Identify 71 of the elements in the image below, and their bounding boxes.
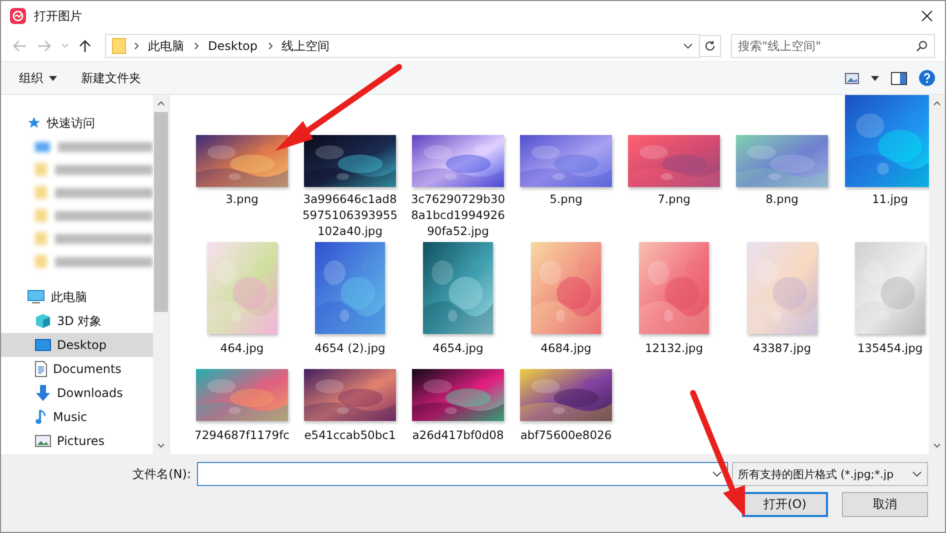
- sidebar-item[interactable]: Desktop: [1, 333, 153, 357]
- address-bar[interactable]: 此电脑 Desktop 线上空间: [105, 34, 700, 58]
- refresh-icon: [704, 40, 716, 52]
- up-icon[interactable]: [79, 39, 91, 53]
- folder-icon: [112, 38, 126, 54]
- organize-button[interactable]: 组织: [13, 68, 63, 88]
- file-name[interactable]: 4654.jpg: [408, 340, 508, 356]
- music-note-icon: [35, 409, 47, 425]
- sidebar-item[interactable]: Pictures: [1, 429, 153, 453]
- file-name[interactable]: 7.png: [624, 191, 724, 207]
- chevron-down-icon[interactable]: [712, 471, 722, 477]
- scroll-down-icon[interactable]: [157, 443, 165, 448]
- chevron-right-icon[interactable]: [268, 42, 274, 50]
- filename-field[interactable]: [197, 462, 728, 486]
- file-name[interactable]: 3c76290729b308a1bcd199492690fa52.jpg: [408, 191, 508, 239]
- search-icon[interactable]: [916, 40, 928, 52]
- breadcrumb-item[interactable]: 此电脑: [148, 38, 184, 54]
- quick-access-item[interactable]: 快速访问: [1, 111, 153, 135]
- refresh-button[interactable]: [699, 35, 721, 57]
- chevron-right-icon[interactable]: [194, 42, 200, 50]
- file-name[interactable]: abf75600e8026: [516, 427, 616, 443]
- scroll-up-icon[interactable]: [157, 101, 165, 106]
- help-icon[interactable]: [919, 70, 935, 86]
- close-icon[interactable]: [921, 10, 933, 22]
- cube-icon: [35, 313, 51, 329]
- file-name[interactable]: 3.png: [192, 191, 292, 207]
- caret-icon: [49, 76, 57, 80]
- sidebar-item[interactable]: Music: [1, 405, 153, 429]
- file-name[interactable]: 4654 (2).jpg: [300, 340, 400, 356]
- chevron-down-icon: [912, 471, 922, 477]
- file-name[interactable]: 4684.jpg: [516, 340, 616, 356]
- file-name[interactable]: 3a996646c1ad85975106393955102a40.jpg: [300, 191, 400, 239]
- new-folder-button[interactable]: 新建文件夹: [75, 68, 147, 88]
- file-name[interactable]: 12132.jpg: [624, 340, 724, 356]
- picture-icon: [35, 435, 51, 447]
- file-name[interactable]: 43387.jpg: [732, 340, 832, 356]
- file-name[interactable]: 11.jpg: [840, 191, 929, 207]
- breadcrumb-item[interactable]: 线上空间: [282, 38, 330, 54]
- sidebar-item[interactable]: Downloads: [1, 381, 153, 405]
- scrollbar[interactable]: [929, 95, 945, 454]
- file-name[interactable]: e541ccab50bc1: [300, 427, 400, 443]
- scrollbar[interactable]: [153, 95, 169, 454]
- cancel-button[interactable]: 取消: [842, 492, 928, 517]
- breadcrumb-item[interactable]: Desktop: [208, 39, 258, 53]
- file-name[interactable]: 464.jpg: [192, 340, 292, 356]
- scroll-up-icon[interactable]: [933, 101, 941, 106]
- sidebar-item[interactable]: 此电脑: [1, 285, 153, 309]
- filename-label: 文件名(N):: [132, 466, 192, 482]
- sidebar-item[interactable]: 3D 对象: [1, 309, 153, 333]
- document-icon: [35, 361, 47, 377]
- computer-icon: [27, 290, 45, 304]
- open-button[interactable]: 打开(O): [742, 492, 828, 517]
- caret-icon[interactable]: [871, 76, 879, 80]
- sidebar-item[interactable]: Documents: [1, 357, 153, 381]
- chevron-right-icon[interactable]: [134, 42, 140, 50]
- file-type-dropdown[interactable]: 所有支持的图片格式 (*.jpg;*.jp: [732, 462, 928, 486]
- file-name[interactable]: 8.png: [732, 191, 832, 207]
- search-field[interactable]: 搜索"线上空间": [731, 34, 935, 58]
- scroll-down-icon[interactable]: [933, 443, 941, 448]
- file-name[interactable]: 135454.jpg: [840, 340, 929, 356]
- file-name[interactable]: 7294687f1179fc: [192, 427, 292, 443]
- file-name[interactable]: 5.png: [516, 191, 616, 207]
- chevron-down-icon[interactable]: [683, 43, 693, 49]
- desktop-icon: [35, 338, 51, 352]
- download-icon: [35, 385, 51, 401]
- window-title: 打开图片: [34, 8, 82, 24]
- file-name[interactable]: a26d417bf0d08: [408, 427, 508, 443]
- app-icon: [10, 8, 26, 24]
- preview-pane-icon[interactable]: [891, 72, 907, 84]
- view-icon[interactable]: [845, 72, 859, 84]
- star-icon: [27, 116, 41, 130]
